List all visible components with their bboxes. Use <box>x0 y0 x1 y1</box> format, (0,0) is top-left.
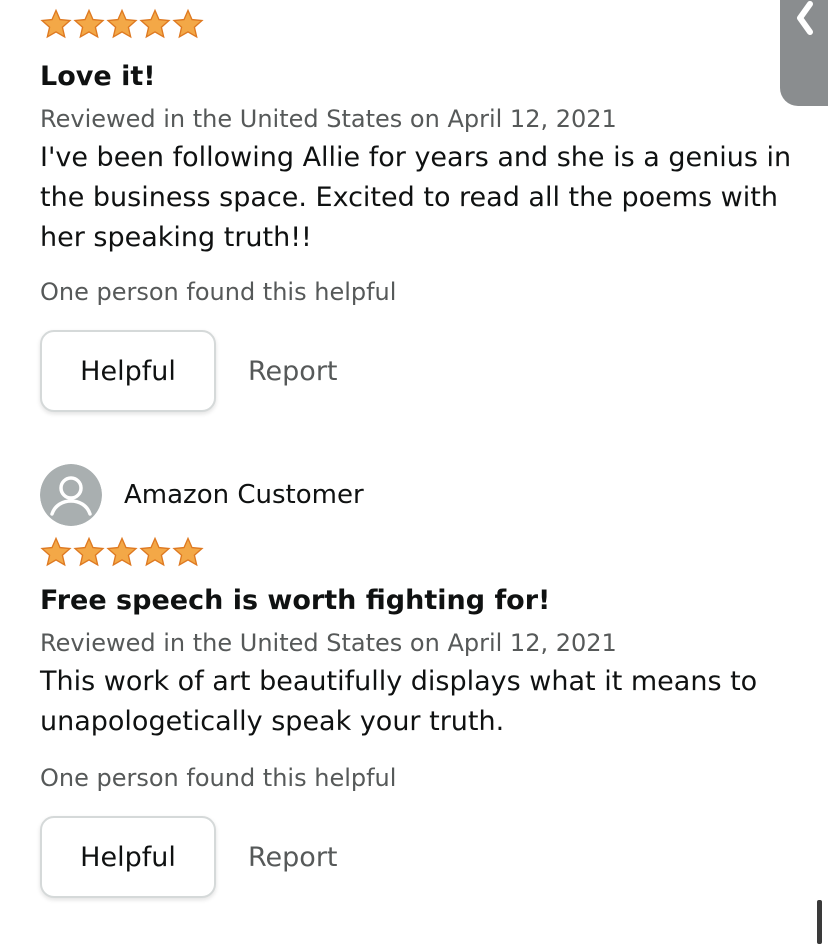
star-icon <box>106 8 138 39</box>
person-avatar-icon <box>40 464 102 526</box>
review-meta: Reviewed in the United States on April 1… <box>40 629 617 657</box>
star-icon <box>40 536 72 567</box>
report-link[interactable]: Report <box>248 356 338 387</box>
star-icon <box>73 536 105 567</box>
star-rating <box>40 8 800 42</box>
star-icon <box>139 8 171 39</box>
report-link[interactable]: Report <box>248 842 338 873</box>
star-icon <box>73 8 105 39</box>
chevron-left-icon <box>797 1 813 35</box>
side-panel-tab[interactable] <box>780 0 828 106</box>
star-icon <box>139 536 171 567</box>
review-body: This work of art beautifully displays wh… <box>40 666 758 737</box>
star-icon <box>172 8 204 39</box>
star-rating <box>40 536 800 570</box>
reviewer-profile[interactable]: Amazon Customer <box>40 464 800 526</box>
helpful-button[interactable]: Helpful <box>40 816 216 898</box>
star-icon <box>40 8 72 39</box>
reviewer-name[interactable]: Amazon Customer <box>124 480 364 510</box>
review-title: Free speech is worth fighting for! <box>40 585 551 616</box>
helpful-count: One person found this helpful <box>40 764 397 792</box>
review-card: Love it! Reviewed in the United States o… <box>40 8 800 412</box>
helpful-button[interactable]: Helpful <box>40 330 216 412</box>
star-icon <box>172 536 204 567</box>
star-icon <box>106 536 138 567</box>
review-meta: Reviewed in the United States on April 1… <box>40 105 617 133</box>
helpful-count: One person found this helpful <box>40 278 397 306</box>
scrollbar-thumb[interactable] <box>817 900 822 944</box>
review-title: Love it! <box>40 61 156 92</box>
review-body: I've been following Allie for years and … <box>40 142 792 253</box>
review-card: Amazon Customer Free speech is worth fig… <box>40 464 800 898</box>
